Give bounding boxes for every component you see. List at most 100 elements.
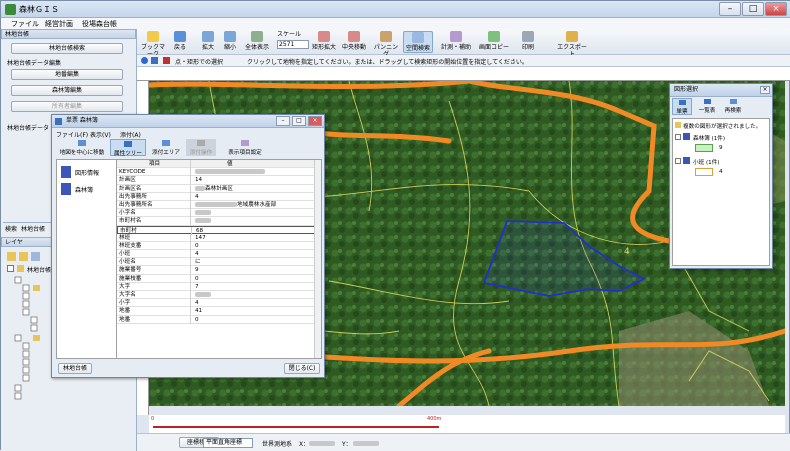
table-row[interactable]: 施業番号 9 — [117, 266, 321, 275]
note-icon — [675, 122, 681, 128]
table-row[interactable]: 林班 147 — [117, 233, 321, 242]
group2-expand-icon[interactable] — [675, 158, 681, 164]
forest-ledger-button[interactable]: 林地台帳 — [58, 363, 92, 374]
center-move-button[interactable]: 中央移動 — [341, 31, 367, 53]
row-key: 大字名 — [119, 291, 191, 299]
table-row[interactable]: 小班名に — [117, 258, 321, 267]
row-value: 地域農林水産部 — [195, 201, 276, 209]
forest-book-edit-button[interactable]: 森林簿編集 — [11, 85, 123, 96]
row-key: 計画区 — [119, 176, 191, 185]
full-extent-button[interactable]: 全体表示 — [243, 31, 271, 53]
dialog-maximize-button[interactable]: □ — [292, 116, 306, 126]
close-button[interactable]: × — [765, 2, 787, 16]
research-label: 再検索 — [724, 108, 742, 114]
spatial-search-button[interactable]: 空間検索 — [403, 31, 433, 53]
table-row[interactable]: 地番 0 — [117, 315, 321, 324]
group1-label[interactable]: 森林簿 (1件) — [693, 134, 725, 142]
clear-icon[interactable] — [163, 57, 170, 64]
table-row[interactable]: 計画区 14 — [117, 176, 321, 185]
center-on-map-button[interactable]: 地図を中心に移動 — [58, 140, 106, 156]
row-value — [195, 291, 211, 299]
minimize-button[interactable]: – — [719, 2, 741, 16]
lot-edit-button[interactable]: 地番編集 — [11, 69, 123, 80]
shape-panel-toolbar: 単票 一覧表 再検索 — [670, 98, 772, 116]
table-row[interactable]: 小字名 — [117, 209, 321, 218]
dialog-close-text-button[interactable]: 閉じる(C) — [284, 363, 320, 374]
tab-search[interactable]: 検索 — [5, 224, 17, 233]
print-button[interactable]: 印刷 — [515, 31, 541, 53]
row-value: 森林計画区 — [195, 185, 233, 193]
folder-icon[interactable] — [7, 252, 16, 261]
single-record-button[interactable]: 単票 — [672, 98, 692, 115]
shape-select-title: 図形選択 — [674, 86, 699, 93]
dialog-minimize-button[interactable]: – — [276, 116, 290, 126]
dialog-menu-attach[interactable]: 添付(A) — [120, 130, 141, 139]
dialog-close-button[interactable]: × — [308, 116, 322, 126]
owner-edit-button[interactable]: 所有者編集 — [11, 101, 123, 112]
scale-select[interactable]: 2571 — [277, 40, 309, 49]
attribute-tree-button[interactable]: 属性ツリー — [110, 139, 146, 157]
info-bar: 点・矩形での選択 クリックして地物を指定してください。または、ドラッグして検索矩… — [137, 55, 790, 67]
layer-settings-icon[interactable] — [31, 252, 40, 261]
bookmark-button[interactable]: ブックマーク — [139, 31, 167, 58]
select-tool-icon[interactable] — [151, 57, 158, 64]
group1-item[interactable]: 9 — [719, 145, 723, 151]
menu-plan[interactable]: 経営計画 — [45, 19, 73, 29]
table-row[interactable]: 施業枝番 0 — [117, 274, 321, 283]
export-button[interactable]: エクスポート — [555, 31, 589, 58]
attach-area-button[interactable]: 添付エリア — [148, 140, 184, 156]
shape-select-title-bar: 図形選択 × — [670, 84, 772, 97]
tree-expand-icon[interactable] — [7, 265, 14, 272]
tree-forest-book[interactable]: 森林簿 — [75, 185, 93, 194]
redacted-value — [195, 201, 237, 207]
table-row[interactable]: 大字 7 — [117, 282, 321, 291]
table-row[interactable]: 市町村名 — [117, 217, 321, 226]
grid-scrollbar[interactable] — [314, 160, 321, 358]
group2-item[interactable]: 4 — [719, 169, 723, 175]
coord-system-select[interactable]: 平面直角座標 — [203, 438, 253, 448]
group1-expand-icon[interactable] — [675, 134, 681, 140]
group2-label[interactable]: 小班 (1件) — [693, 158, 719, 166]
y-label: Y： — [342, 441, 352, 448]
table-row[interactable]: 林班支番 0 — [117, 241, 321, 251]
table-row[interactable]: 出先事務所 4 — [117, 192, 321, 201]
shape-panel-close-button[interactable]: × — [760, 86, 770, 94]
ledger-search-button[interactable]: 林地台帳検索 — [11, 43, 123, 54]
rect-zoom-button[interactable]: 矩形拡大 — [311, 31, 337, 53]
table-row[interactable]: 小班 4 — [117, 250, 321, 259]
display-settings-button[interactable]: 表示項目設定 — [222, 140, 268, 156]
table-row[interactable]: KEYCODE — [117, 168, 321, 177]
zoom-out-button[interactable]: 縮小 — [221, 31, 239, 53]
measure-button[interactable]: 計測・補助 — [441, 31, 471, 53]
single-record-label: 単票 — [676, 109, 688, 115]
dialog-menu-view[interactable]: 表示(V) — [90, 130, 111, 139]
zoom-in-button[interactable]: 拡大 — [199, 31, 217, 53]
screen-copy-button[interactable]: 画面コピー — [479, 31, 509, 53]
list-button[interactable]: 一覧表 — [696, 99, 718, 114]
table-row[interactable]: 小字 4 — [117, 299, 321, 308]
table-row[interactable]: 出先事務所名 地域農林水産部 — [117, 200, 321, 210]
menu-file[interactable]: ファイル — [11, 19, 39, 29]
tree-shape-info[interactable]: 図形情報 — [75, 168, 99, 177]
full-extent-label: 全体表示 — [244, 44, 269, 51]
layer-tree-items[interactable] — [7, 275, 47, 415]
layer-root-label[interactable]: 林地台帳 — [27, 265, 51, 274]
attach-operation-button[interactable]: 添付操作 — [186, 139, 216, 156]
scale-bar — [153, 426, 439, 428]
attribute-tree-label: 属性ツリー — [114, 151, 142, 157]
row-value-text: 森林計画区 — [205, 185, 233, 192]
row-key: KEYCODE — [119, 168, 191, 177]
tab-ledger[interactable]: 林地台帳 — [21, 224, 45, 233]
dialog-menu-file[interactable]: ファイル(F) — [56, 130, 88, 139]
table-row[interactable]: 大字名 — [117, 291, 321, 300]
table-row-selected[interactable]: 市町村 68 — [117, 225, 321, 235]
menu-ledger[interactable]: 役場森台帳 — [82, 19, 117, 29]
table-row[interactable]: 地番 41 — [117, 307, 321, 316]
back-button[interactable]: 戻る — [171, 31, 189, 53]
folder-open-icon[interactable] — [19, 252, 28, 261]
pan-button[interactable]: パンニング — [371, 31, 401, 58]
table-row[interactable]: 計画区名 森林計画区 — [117, 184, 321, 193]
row-key: 施業枝番 — [119, 274, 191, 283]
research-button[interactable]: 再検索 — [722, 99, 744, 114]
maximize-button[interactable]: □ — [742, 2, 764, 16]
